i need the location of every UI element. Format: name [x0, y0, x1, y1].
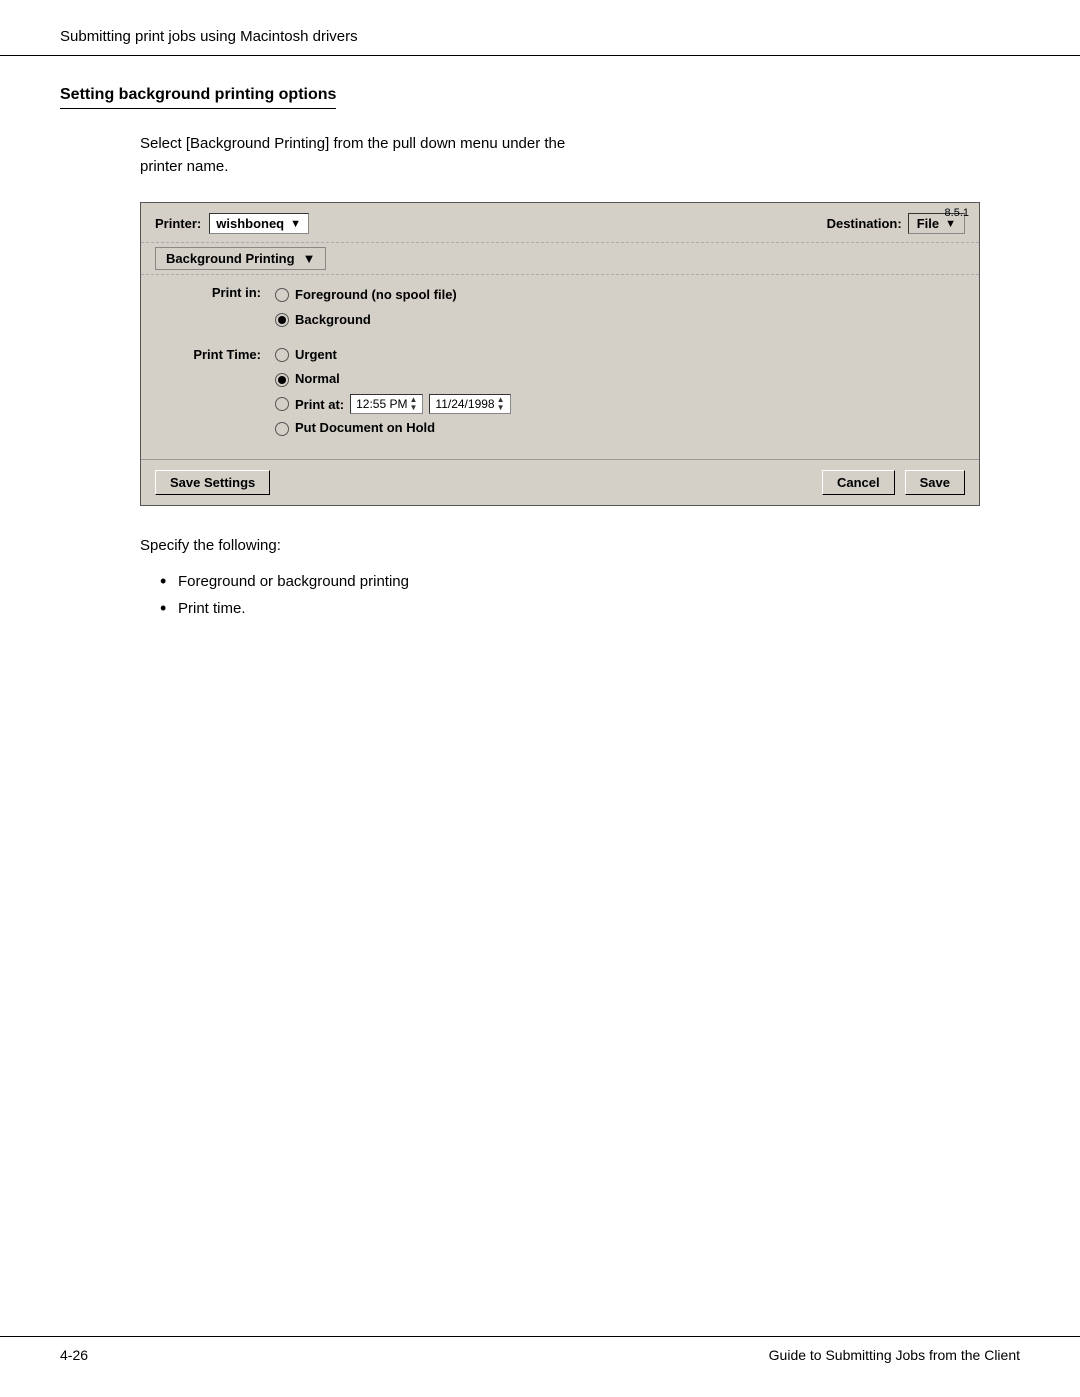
background-radio[interactable]: [275, 313, 289, 327]
section-heading: Setting background printing options: [60, 86, 1020, 115]
urgent-radio[interactable]: [275, 348, 289, 362]
normal-radio[interactable]: [275, 373, 289, 387]
normal-option[interactable]: Normal: [275, 369, 965, 390]
footer-buttons: Cancel Save: [822, 470, 965, 495]
footer-page-number: 4-26: [60, 1347, 88, 1363]
main-content: Setting background printing options Sele…: [0, 56, 1080, 1397]
dialog-options-area: Print in: Foreground (no spool file) Bac…: [141, 275, 979, 459]
hold-radio[interactable]: [275, 422, 289, 436]
destination-label: Destination:: [827, 216, 902, 231]
cancel-button[interactable]: Cancel: [822, 470, 895, 495]
date-input[interactable]: 11/24/1998 ▲ ▼: [429, 394, 510, 414]
printer-row: Printer: wishboneq ▼ Destination: File ▼: [141, 203, 979, 242]
page-header: Submitting print jobs using Macintosh dr…: [0, 0, 1080, 56]
foreground-option[interactable]: Foreground (no spool file): [275, 285, 965, 306]
dialog-wrapper: 8.5.1 Printer: wishboneq ▼ Destination: …: [140, 202, 980, 506]
background-printing-dropdown[interactable]: Background Printing ▼: [155, 247, 326, 270]
destination-arrow-icon: ▼: [945, 218, 956, 230]
intro-text: Select [Background Printing] from the pu…: [140, 133, 1020, 178]
dialog-footer: Save Settings Cancel Save: [141, 459, 979, 505]
footer-guide-title: Guide to Submitting Jobs from the Client: [769, 1347, 1020, 1363]
save-settings-button[interactable]: Save Settings: [155, 470, 270, 495]
dropdown-arrow-icon: ▼: [303, 251, 316, 266]
page-container: Submitting print jobs using Macintosh dr…: [0, 0, 1080, 1397]
urgent-option[interactable]: Urgent: [275, 345, 965, 366]
save-button[interactable]: Save: [905, 470, 965, 495]
printer-select[interactable]: wishboneq ▼: [209, 213, 309, 234]
dropdown-row: Background Printing ▼: [141, 242, 979, 275]
print-at-radio[interactable]: [275, 397, 289, 411]
bullet-item-1: Foreground or background printing: [160, 568, 1020, 595]
print-in-label: Print in:: [155, 285, 275, 331]
printer-label: Printer:: [155, 216, 201, 231]
bullet-list: Foreground or background printing Print …: [160, 568, 1020, 622]
date-spinner[interactable]: ▲ ▼: [497, 396, 505, 412]
print-time-options: Urgent Normal Print at: 12:55 PM: [275, 345, 965, 439]
print-dialog: 8.5.1 Printer: wishboneq ▼ Destination: …: [140, 202, 980, 506]
bullet-item-2: Print time.: [160, 595, 1020, 622]
hold-option[interactable]: Put Document on Hold: [275, 418, 965, 439]
print-at-option[interactable]: Print at: 12:55 PM ▲ ▼ 11/24/1998: [275, 394, 965, 414]
page-footer: 4-26 Guide to Submitting Jobs from the C…: [0, 1336, 1080, 1373]
print-in-row: Print in: Foreground (no spool file) Bac…: [155, 285, 965, 331]
printer-arrow-icon: ▼: [290, 218, 301, 230]
background-option[interactable]: Background: [275, 310, 965, 331]
print-time-label: Print Time:: [155, 345, 275, 439]
foreground-radio[interactable]: [275, 288, 289, 302]
bottom-spacer: [155, 439, 965, 455]
section-divider: [155, 331, 965, 345]
specify-text: Specify the following:: [140, 534, 1020, 558]
print-in-options: Foreground (no spool file) Background: [275, 285, 965, 331]
header-text: Submitting print jobs using Macintosh dr…: [60, 28, 358, 45]
dialog-version: 8.5.1: [945, 207, 969, 219]
time-spinner[interactable]: ▲ ▼: [410, 396, 418, 412]
print-time-row: Print Time: Urgent Normal: [155, 345, 965, 439]
time-input[interactable]: 12:55 PM ▲ ▼: [350, 394, 423, 414]
